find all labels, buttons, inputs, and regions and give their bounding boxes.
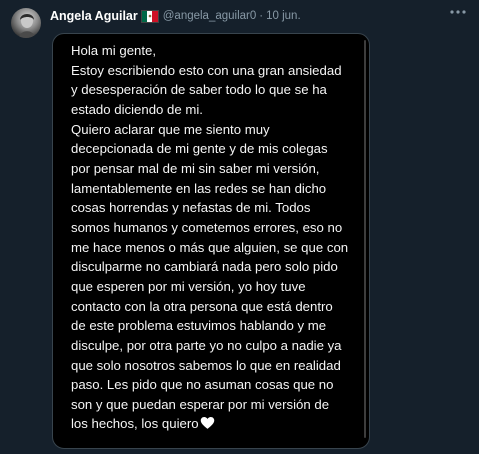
note-line: Estoy escribiendo esto con una gran ansi… [71,62,342,78]
note-line: somos humanos y cometemos errores, eso n… [71,219,343,235]
note-line: disculpe, por otra parte yo no culpo a n… [71,337,342,353]
note-text: Hola mi gente, Estoy escribiendo esto co… [71,41,363,436]
note-line: decepcionada de mi gente y de mis colega… [71,141,328,157]
note-line: cosas horrendas y nefastas de mi. Todos [71,200,311,216]
note-line: estado diciendo de mi. [71,101,203,117]
header-separator: · [259,10,264,22]
tweet[interactable]: Angela Aguilar @angela_aguilar0 · 10 jun… [0,0,479,454]
note-line: que esperen por mi versión, yo hoy tuve [71,278,306,294]
note-line: paso. Les pido que no asuman cosas que n… [71,377,334,393]
note-line-text: los hechos, los quiero [71,416,199,432]
note-line: me hace menos o más que alguien, se que … [71,239,349,255]
note-line: Quiero aclarar que me siento muy [71,121,270,137]
note-line: y desesperación de saber todo lo que se … [71,82,327,98]
note-line: de este problema estuvimos hablando y me [71,318,327,334]
note-line: Hola mi gente, [71,43,157,58]
author-avatar[interactable] [11,8,41,38]
mexico-flag-icon [140,9,159,23]
more-horizontal-icon[interactable] [449,4,467,20]
flag-red-stripe [152,10,158,22]
note-scrollbar [364,40,366,438]
flag-emblem [148,14,152,18]
note-line: son y que puedan esperar por mi versión … [71,396,330,412]
attached-note-image[interactable]: Hola mi gente, Estoy escribiendo esto co… [52,33,370,449]
note-line: contacto con la otra persona que está de… [71,298,333,314]
author-handle[interactable]: @angela_aguilar0 [163,10,257,22]
note-line: lamentablemente en las redes se han dich… [71,180,327,196]
avatar-photo [19,14,35,38]
white-heart-emoji-icon [200,416,215,436]
note-line-last: los hechos, los quiero [71,414,363,436]
note-line: que solo nosotros sabemos lo que en real… [71,357,341,373]
author-name[interactable]: Angela Aguilar [50,9,138,23]
note-line: disculparme no cambiará nada pero solo p… [71,259,338,275]
note-line: por pensar mal de mi sin saber mi versió… [71,160,320,176]
tweet-header: Angela Aguilar @angela_aguilar0 · 10 jun… [50,8,301,24]
tweet-date[interactable]: 10 jun. [266,10,301,22]
